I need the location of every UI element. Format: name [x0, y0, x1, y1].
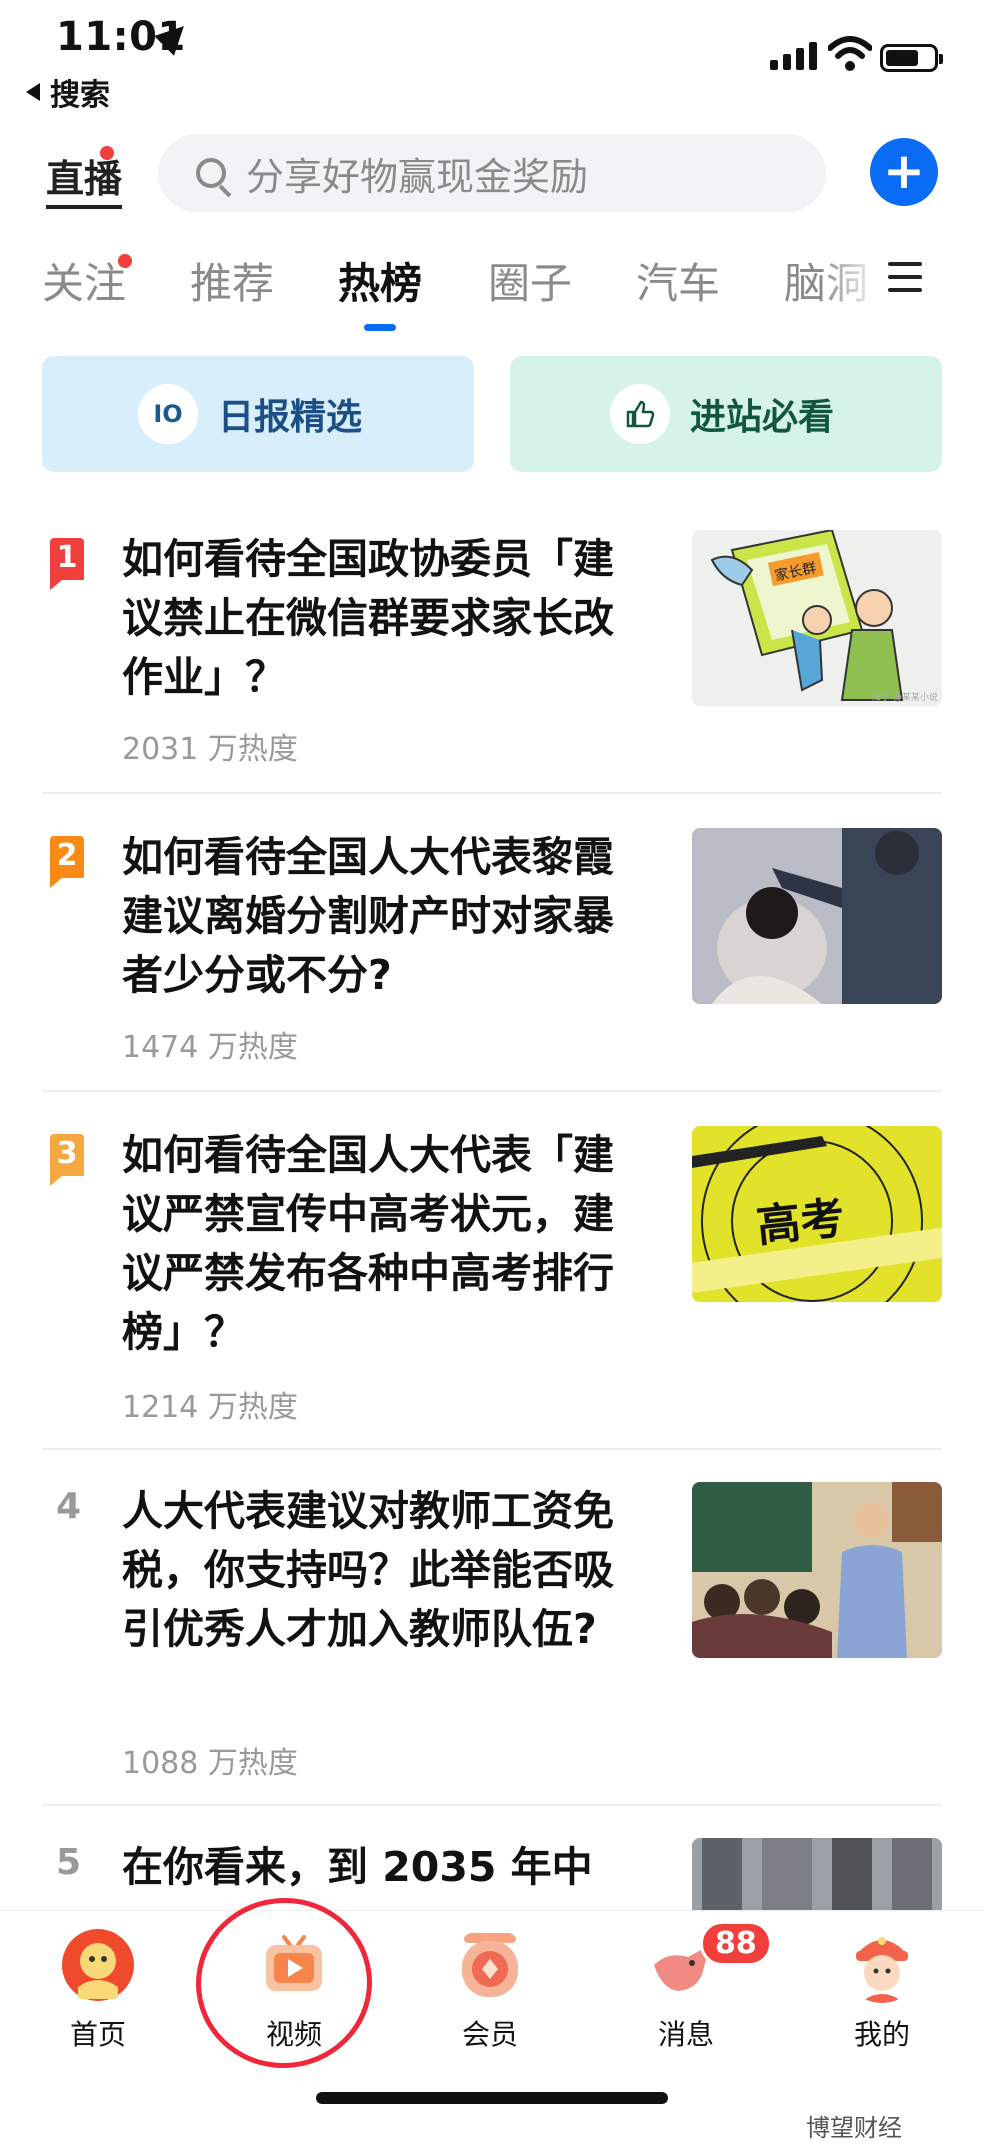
item-title[interactable]: 如何看待全国人大代表黎霞建议离婚分割财产时对家暴者少分或不分? [122, 828, 632, 1005]
rank-number: 4 [56, 1486, 82, 1527]
feed-tabs: 关注 推荐 热榜 圈子 汽车 脑洞 [0, 250, 983, 331]
domestic-violence-photo [692, 828, 942, 1004]
watermark-text: 博望财经 [806, 2114, 902, 2142]
home-indicator[interactable] [316, 2092, 668, 2104]
search-placeholder: 分享好物赢现金奖励 [246, 154, 589, 199]
cellular-signal-icon [770, 42, 817, 70]
thumb-gaokao-text: 高考 [754, 1193, 847, 1253]
hot-list-item-3[interactable]: 3 如何看待全国人大代表「建议严禁宣传中高考状元，建议严禁发布各种中高考排行榜」… [42, 1126, 942, 1425]
item-thumbnail[interactable] [692, 828, 942, 1004]
rank-badge: 3 [50, 1134, 84, 1186]
hot-list-item-1[interactable]: 1 如何看待全国政协委员「建议禁止在微信群要求家长改作业」？ 2031 万热度 … [42, 530, 942, 767]
item-divider [42, 1448, 942, 1450]
nav-messages[interactable]: 88 消息 [626, 1921, 772, 2053]
rank-badge: 2 [50, 836, 84, 888]
tab-follow[interactable]: 关注 [42, 250, 126, 311]
hot-list-item-5[interactable]: 5 在你看来，到 2035 年中 [42, 1838, 942, 1910]
live-notification-dot [100, 146, 114, 160]
top-header: 直播 分享好物赢现金奖励 + [0, 130, 983, 230]
back-link-label: 搜索 [50, 78, 110, 113]
item-divider [42, 1804, 942, 1806]
heat-count: 1474 万热度 [122, 1030, 298, 1065]
battery-level [886, 50, 918, 66]
item-thumbnail[interactable]: 高考 [692, 1126, 942, 1302]
city-buildings-photo [692, 1838, 942, 1910]
rank-badge: 1 [50, 538, 84, 590]
nav-member-label: 会员 [461, 2018, 518, 2051]
heat-count: 2031 万热度 [122, 732, 298, 767]
messages-unread-badge: 88 [700, 1921, 772, 1966]
gaokao-photo: 高考 [692, 1126, 942, 1302]
active-tab-indicator [364, 324, 396, 331]
item-thumbnail[interactable] [692, 1838, 942, 1910]
must-see-card[interactable]: 进站必看 [510, 356, 942, 472]
classroom-teacher-photo [692, 1482, 942, 1658]
nav-home-label: 首页 [69, 2018, 126, 2051]
item-title[interactable]: 如何看待全国人大代表「建议严禁宣传中高考状元，建议严禁发布各种中高考排行榜」？ [122, 1126, 632, 1362]
home-mascot-icon [62, 1929, 134, 2001]
back-arrow-icon [26, 83, 40, 101]
tab-overflow-fade [820, 250, 880, 320]
profile-mascot-icon [856, 1937, 908, 2003]
daily-report-icon: IO [138, 384, 198, 444]
nav-profile-label: 我的 [853, 2018, 910, 2051]
hot-list-item-4[interactable]: 4 人大代表建议对教师工资免税，你支持吗？此举能否吸引优秀人才加入教师队伍? 1… [42, 1482, 942, 1781]
battery-icon [880, 44, 943, 72]
nav-home[interactable]: 首页 [38, 1927, 158, 2053]
item-title[interactable]: 在你看来，到 2035 年中 [122, 1838, 632, 1897]
rank-number: 5 [56, 1842, 82, 1883]
item-divider [42, 1090, 942, 1092]
item-title[interactable]: 如何看待全国政协委员「建议禁止在微信群要求家长改作业」？ [122, 530, 632, 707]
add-post-button[interactable]: + [870, 138, 938, 206]
thumb-caption: 知乎 @某某小说 [872, 691, 938, 703]
heat-count: 1214 万热度 [122, 1390, 298, 1425]
status-bar: 11:01 搜索 [0, 0, 983, 120]
hot-list-item-2[interactable]: 2 如何看待全国人大代表黎霞建议离婚分割财产时对家暴者少分或不分? 1474 万… [42, 828, 942, 1065]
item-divider [42, 792, 942, 794]
item-thumbnail[interactable]: 家长群 知乎 @某某小说 [692, 530, 942, 706]
follow-notification-dot [118, 254, 132, 268]
back-to-search-link[interactable]: 搜索 [26, 70, 110, 114]
daily-picks-label: 日报精选 [218, 397, 363, 438]
search-icon [196, 158, 226, 188]
menu-icon[interactable] [888, 262, 922, 301]
must-see-label: 进站必看 [690, 397, 835, 438]
heat-count: 1088 万热度 [122, 1746, 298, 1781]
daily-picks-card[interactable]: IO 日报精选 [42, 356, 474, 472]
member-badge-icon [462, 1933, 518, 1997]
wifi-icon [828, 36, 872, 71]
tab-circles[interactable]: 圈子 [488, 250, 572, 311]
tab-cars[interactable]: 汽车 [636, 250, 720, 311]
search-bar[interactable]: 分享好物赢现金奖励 [158, 134, 826, 212]
parent-group-illustration: 家长群 知乎 @某某小说 [710, 530, 938, 703]
tab-hot-list[interactable]: 热榜 [338, 250, 422, 311]
item-title[interactable]: 人大代表建议对教师工资免税，你支持吗？此举能否吸引优秀人才加入教师队伍? [122, 1482, 632, 1659]
item-thumbnail[interactable] [692, 1482, 942, 1658]
tab-recommend[interactable]: 推荐 [190, 250, 274, 311]
nav-profile[interactable]: 我的 [822, 1927, 942, 2053]
nav-member[interactable]: 会员 [430, 1927, 550, 2053]
thumbs-up-icon [610, 384, 670, 444]
nav-messages-label: 消息 [657, 2018, 714, 2051]
